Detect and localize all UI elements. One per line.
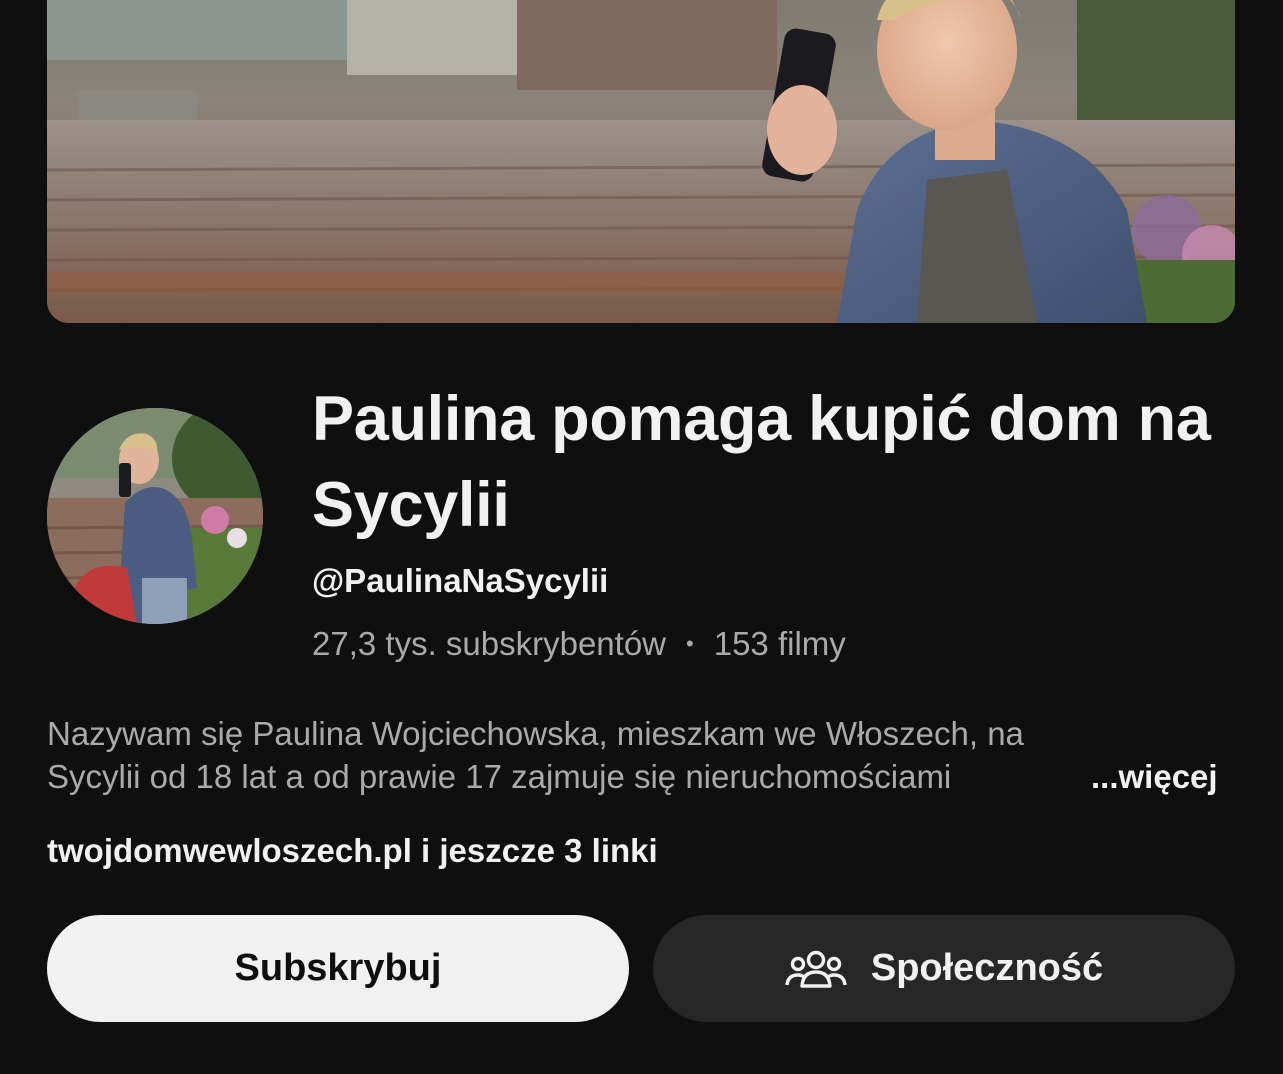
channel-links[interactable]: twojdomwewloszech.pl i jeszcze 3 linki	[47, 832, 658, 870]
description-line-2: Sycylii od 18 lat a od prawie 17 zajmuje…	[47, 758, 952, 795]
people-icon	[785, 949, 847, 989]
channel-description[interactable]: Nazywam się Paulina Wojciechowska, miesz…	[47, 712, 1237, 798]
description-line-2-row: Sycylii od 18 lat a od prawie 17 zajmuje…	[47, 755, 1237, 798]
channel-page: Paulina pomaga kupić dom na Sycylii @Pau…	[0, 0, 1283, 1074]
channel-stats: 27,3 tys. subskrybentów • 153 filmy	[312, 625, 846, 663]
subscribe-label: Subskrybuj	[234, 947, 442, 989]
video-count: 153 filmy	[713, 625, 846, 662]
stats-separator: •	[686, 631, 694, 656]
description-more-link[interactable]: ...więcej	[1091, 755, 1218, 798]
community-label: Społeczność	[870, 947, 1104, 989]
channel-banner	[47, 0, 1235, 323]
description-line-1: Nazywam się Paulina Wojciechowska, miesz…	[47, 715, 1024, 752]
community-button[interactable]: Społeczność	[653, 915, 1235, 1022]
channel-avatar[interactable]	[47, 408, 263, 624]
channel-title: Paulina pomaga kupić dom na Sycylii	[312, 384, 1211, 541]
channel-handle: @PaulinaNaSycylii	[312, 562, 609, 599]
subscriber-count: 27,3 tys. subskrybentów	[312, 625, 667, 662]
subscribe-button[interactable]: Subskrybuj	[47, 915, 629, 1022]
